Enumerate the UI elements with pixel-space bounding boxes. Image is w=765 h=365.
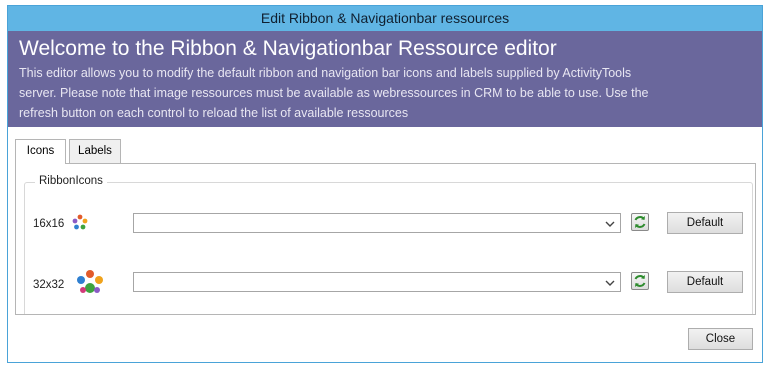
banner-description-line: This editor allows you to modify the def… (19, 66, 632, 80)
ribbon-32-icon (76, 269, 104, 295)
banner-description: This editor allows you to modify the def… (19, 63, 752, 123)
default-32-button[interactable]: Default (667, 271, 743, 293)
banner-heading: Welcome to the Ribbon & Navigationbar Re… (19, 37, 557, 60)
close-button[interactable]: Close (688, 328, 753, 350)
window-title: Edit Ribbon & Navigationbar ressources (8, 6, 762, 31)
welcome-banner: Welcome to the Ribbon & Navigationbar Re… (8, 31, 762, 127)
chevron-down-icon (605, 276, 615, 288)
tab-labels[interactable]: Labels (69, 139, 121, 163)
ribbon-32-select[interactable] (133, 272, 621, 292)
ribbon-icons-group: RibbonIcons 16x16 Default 32x32 Default (24, 175, 753, 314)
ribbon-16-icon (72, 214, 88, 230)
size-label-16: 16x16 (33, 218, 65, 230)
default-16-button[interactable]: Default (667, 212, 743, 234)
chevron-down-icon (605, 217, 615, 229)
banner-description-line: server. Please note that image ressource… (19, 86, 649, 100)
refresh-32-button[interactable] (631, 272, 649, 290)
icons-tab-panel: RibbonIcons 16x16 Default 32x32 Default (15, 163, 756, 315)
size-label-32: 32x32 (33, 279, 65, 291)
refresh-16-button[interactable] (631, 213, 649, 231)
editor-dialog: Edit Ribbon & Navigationbar ressources W… (7, 5, 763, 363)
ribbon-16-select[interactable] (133, 213, 621, 233)
tab-icons[interactable]: Icons (15, 139, 66, 164)
group-label: RibbonIcons (35, 175, 107, 187)
banner-description-line: refresh button on each control to reload… (19, 106, 409, 120)
refresh-icon (634, 275, 646, 287)
refresh-icon (634, 216, 646, 228)
